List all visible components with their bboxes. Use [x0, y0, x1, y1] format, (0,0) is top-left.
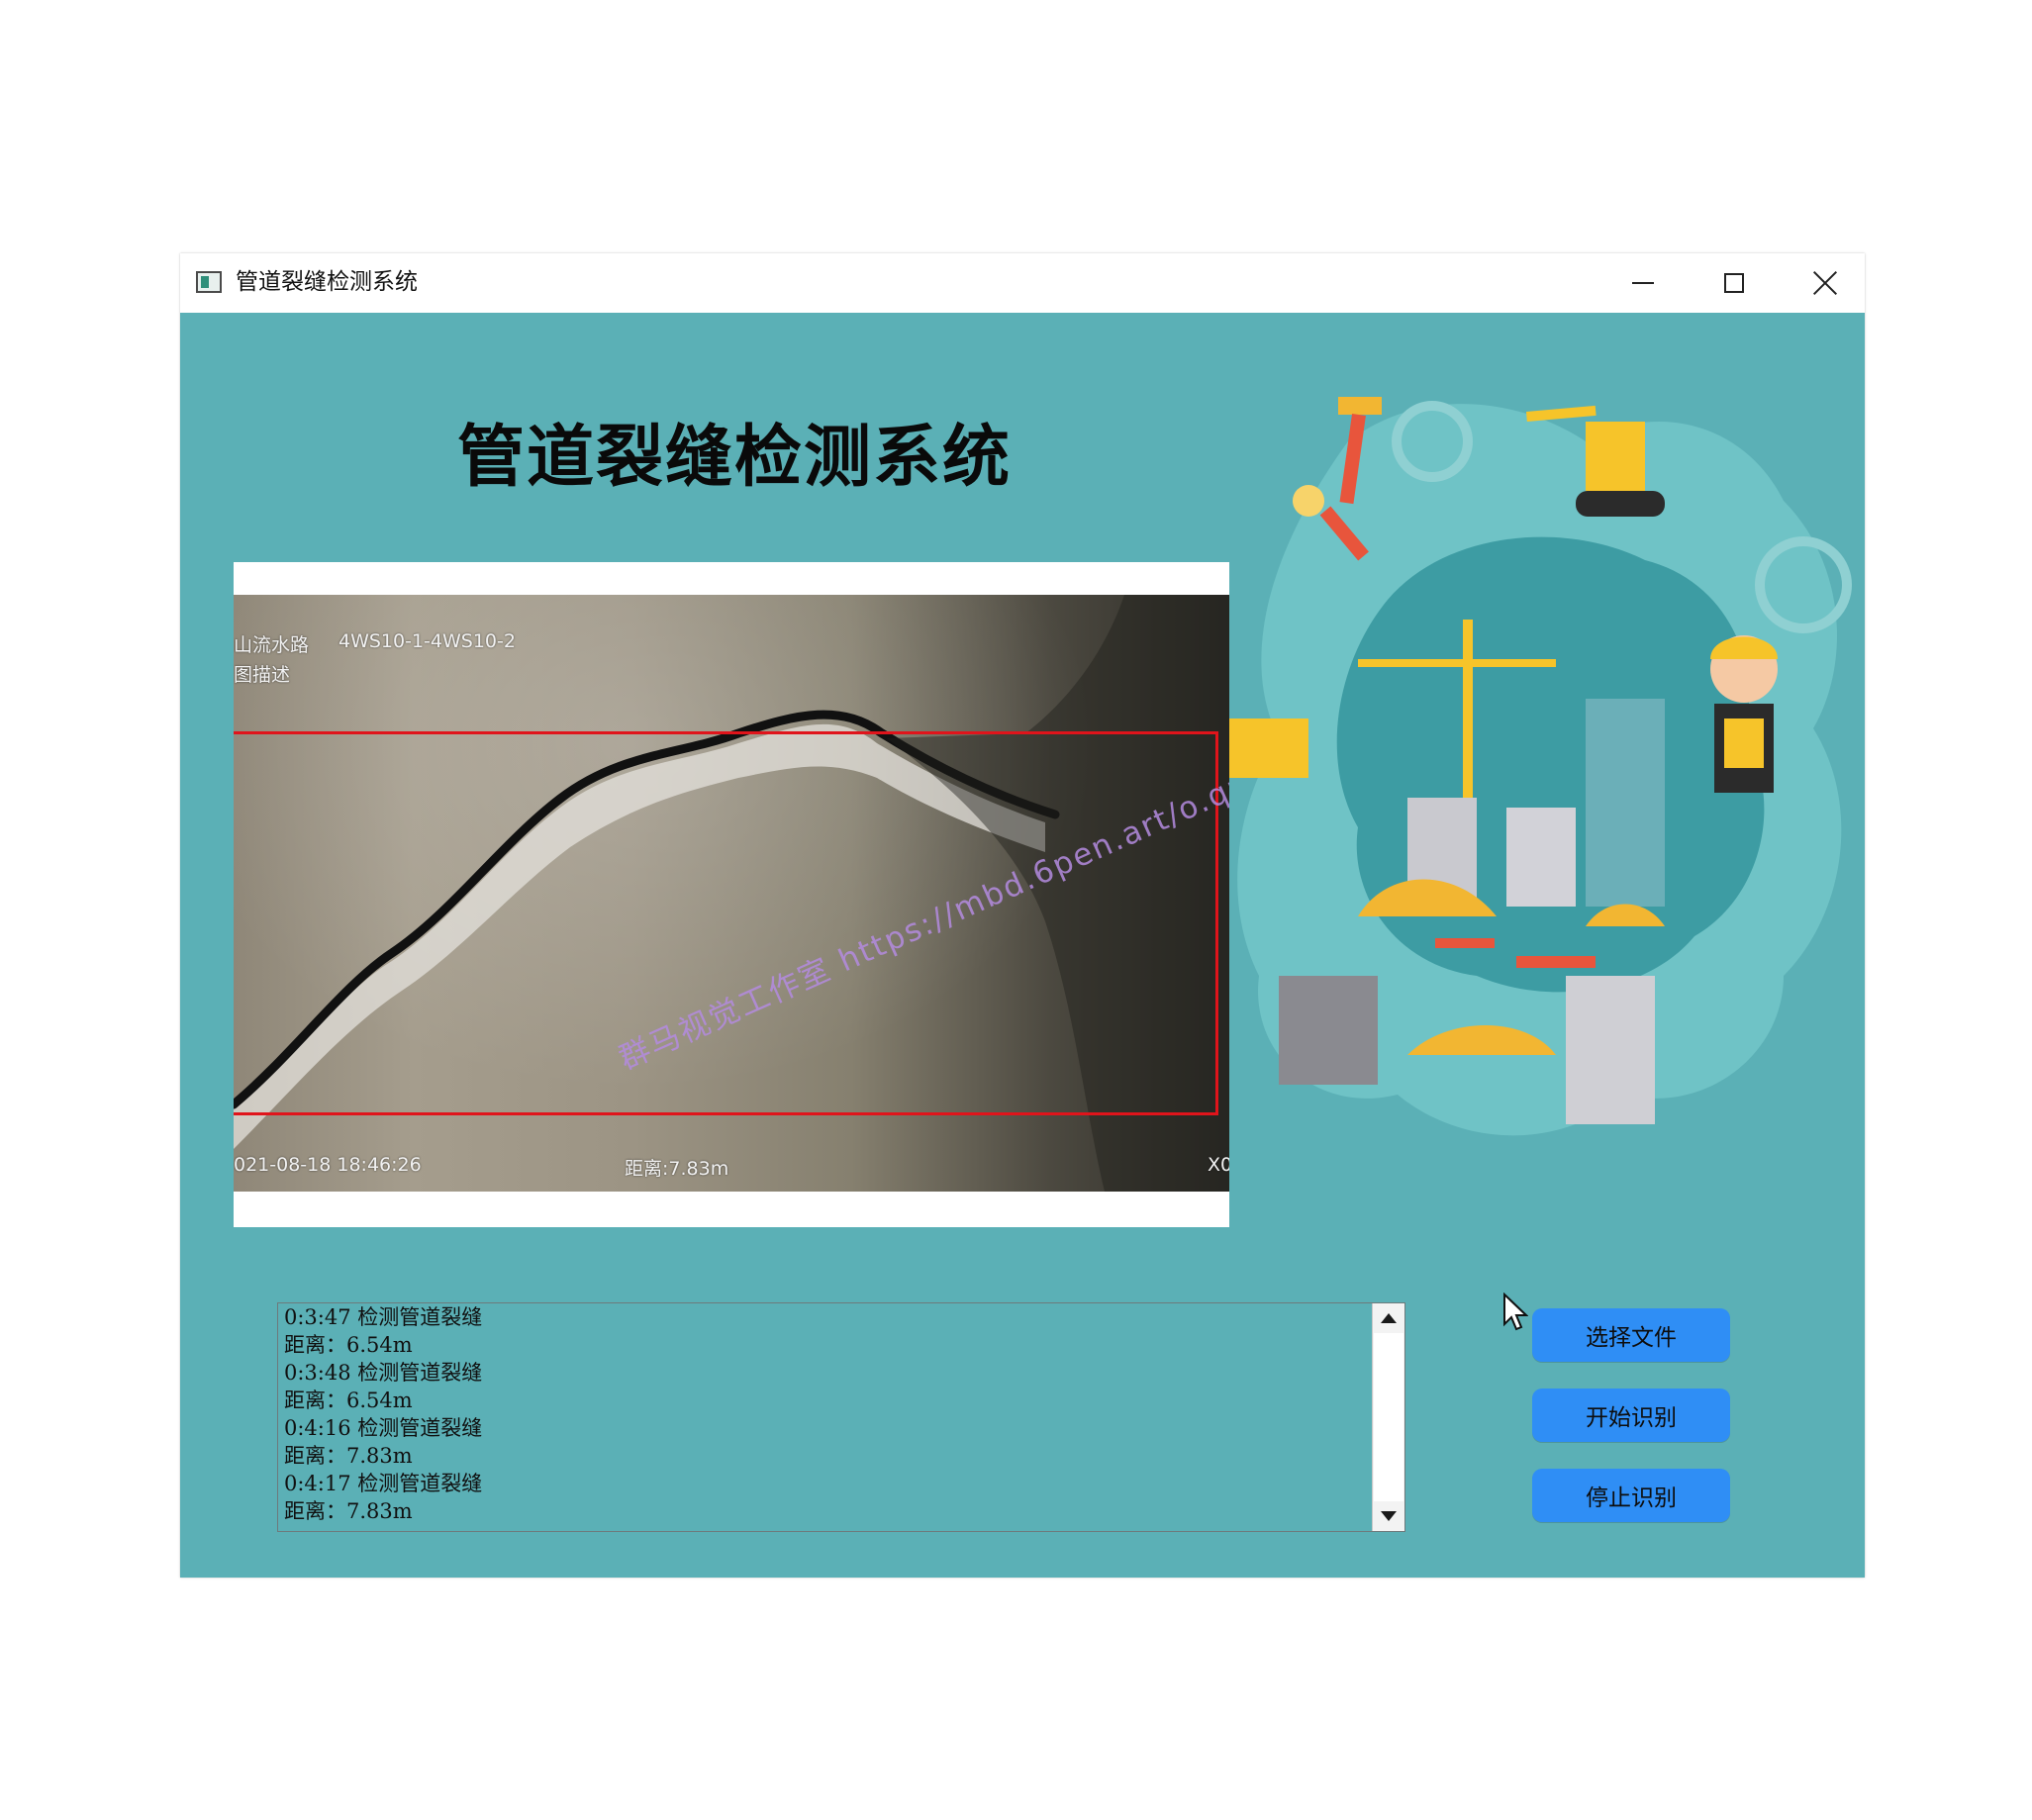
construction-illustration — [1229, 397, 1852, 1136]
main-panel: 管道裂缝检测系统 山流水路 4WS10-1-4WS10-2 图描述 021-08… — [180, 313, 1865, 1578]
log-line: 距离：6.54m — [284, 1333, 413, 1357]
close-button[interactable] — [1780, 253, 1871, 313]
log-line: 0:4:17 检测管道裂缝 — [284, 1472, 483, 1495]
osd-description: 图描述 — [234, 664, 291, 686]
close-icon — [1813, 271, 1837, 295]
video-display: 山流水路 4WS10-1-4WS10-2 图描述 021-08-18 18:46… — [234, 562, 1229, 1227]
arrow-down-icon — [1381, 1511, 1397, 1521]
scroll-thumb[interactable] — [1374, 1333, 1403, 1501]
log-scrollbar[interactable] — [1372, 1303, 1404, 1531]
app-window: 管道裂缝检测系统 管道裂缝检测系统 山流水路 4WS10-1-4WS10-2 图… — [180, 253, 1865, 1578]
log-line: 0:3:48 检测管道裂缝 — [284, 1361, 483, 1385]
arrow-up-icon — [1381, 1313, 1397, 1323]
stop-recognition-button[interactable]: 停止识别 — [1532, 1469, 1730, 1522]
osd-timestamp: 021-08-18 18:46:26 — [234, 1154, 422, 1176]
page-title: 管道裂缝检测系统 — [457, 419, 1013, 497]
osd-distance: 距离:7.83m — [625, 1158, 729, 1180]
maximize-button[interactable] — [1689, 253, 1780, 313]
minimize-icon — [1632, 282, 1654, 284]
maximize-icon — [1724, 273, 1744, 293]
app-icon — [196, 271, 222, 293]
log-line: 距离：7.83m — [284, 1444, 413, 1468]
log-line: 距离：6.54m — [284, 1389, 413, 1412]
log-lines: 0:3:47 检测管道裂缝 距离：6.54m 0:3:48 检测管道裂缝 距离：… — [284, 1303, 1373, 1525]
log-line: 0:3:47 检测管道裂缝 — [284, 1305, 483, 1329]
detection-box — [234, 731, 1218, 1115]
osd-segment: 4WS10-1-4WS10-2 — [339, 630, 516, 652]
scroll-down-button[interactable] — [1373, 1501, 1404, 1531]
title-bar: 管道裂缝检测系统 — [180, 253, 1865, 313]
log-line: 0:4:16 检测管道裂缝 — [284, 1416, 483, 1440]
scroll-up-button[interactable] — [1373, 1303, 1404, 1333]
osd-location: 山流水路 — [234, 634, 310, 656]
minimize-button[interactable] — [1597, 253, 1689, 313]
start-recognition-button[interactable]: 开始识别 — [1532, 1389, 1730, 1442]
osd-corner: X0 — [1208, 1154, 1229, 1176]
mouse-pointer-icon — [1503, 1293, 1528, 1331]
detection-log[interactable]: 0:3:47 检测管道裂缝 距离：6.54m 0:3:48 检测管道裂缝 距离：… — [277, 1302, 1405, 1532]
window-title: 管道裂缝检测系统 — [236, 269, 418, 295]
log-line: 距离：7.83m — [284, 1499, 413, 1523]
select-file-button[interactable]: 选择文件 — [1532, 1308, 1730, 1362]
video-frame: 山流水路 4WS10-1-4WS10-2 图描述 021-08-18 18:46… — [234, 595, 1229, 1192]
